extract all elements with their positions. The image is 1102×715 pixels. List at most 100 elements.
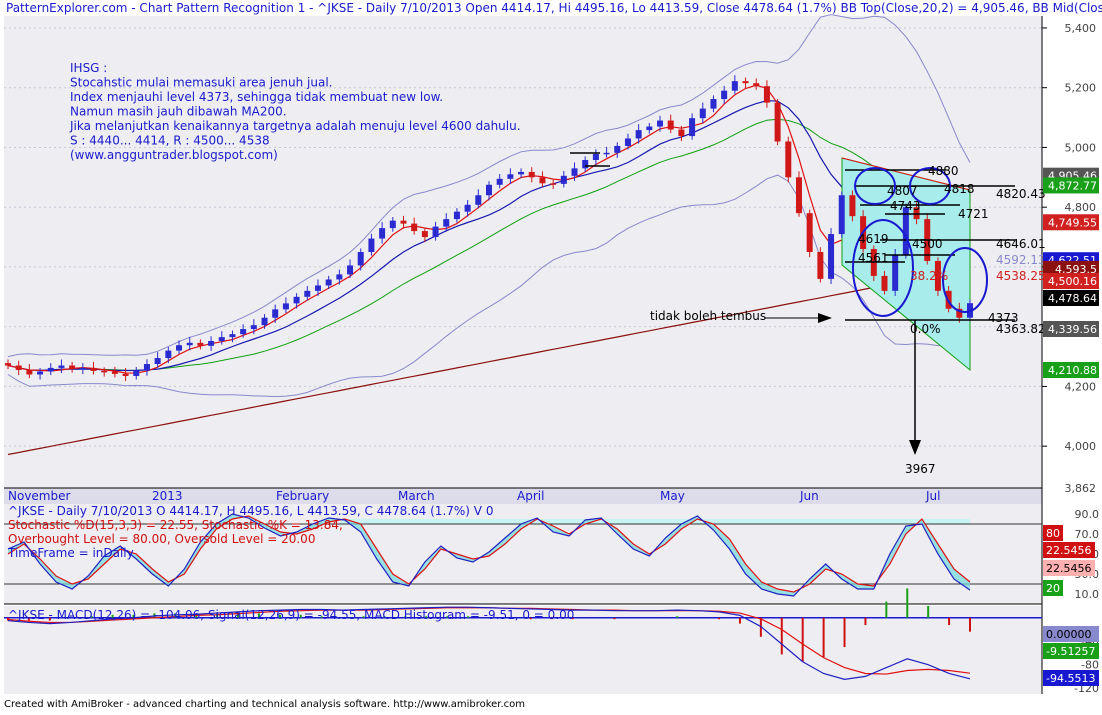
candle-up [79, 367, 86, 370]
note-line: (www.angguntrader.blogspot.com) [70, 148, 278, 162]
price-tick-label: 4,800 [1065, 201, 1097, 214]
price-value-label: 4,210.88 [1043, 362, 1099, 378]
candle-up [314, 285, 321, 291]
candle-up [560, 175, 567, 184]
stochastic-legend-line: Stochastic %D(15,3,3) = 22.55, Stochasti… [8, 518, 343, 532]
pattern-label: 4646.01 [996, 237, 1046, 251]
candle-down [763, 86, 770, 103]
stochastic-tick-label: 90.0 [1075, 508, 1100, 521]
candle-down [90, 367, 97, 371]
candle-up [432, 226, 439, 238]
note-line: Stocahstic mulai memasuki area jenuh jua… [70, 76, 333, 90]
candle-up [208, 341, 215, 346]
macd-legend: ^JKSE - MACD(12,26) = -104.06, Signal(12… [8, 608, 574, 622]
macd-value-label-text: 0.00000 [1046, 628, 1092, 641]
candle-up [635, 130, 642, 139]
price-tick-label: 5,400 [1065, 22, 1097, 35]
month-label: November [8, 489, 70, 503]
macd-value-label-text: -94.5513 [1046, 672, 1095, 685]
candle-up [657, 120, 664, 127]
candle-up [507, 174, 514, 179]
candle-up [464, 204, 471, 212]
month-label: April [517, 489, 544, 503]
candle-up [186, 342, 193, 346]
candle-up [336, 274, 343, 280]
month-label: May [660, 489, 685, 503]
stochastic-value-label: 20 [1043, 580, 1063, 596]
candle-up [838, 195, 845, 235]
candle-down [400, 220, 407, 224]
stochastic-tick-label: 10.0 [1075, 588, 1100, 601]
price-tick-label: 5,000 [1065, 141, 1097, 154]
candle-up [379, 228, 386, 239]
candle-down [817, 252, 824, 279]
candle-down [881, 275, 888, 291]
candle-down [785, 141, 792, 178]
candle-up [368, 238, 375, 252]
macd-value-labels: 0.00000 -9.51257 -94.5513 [1043, 626, 1099, 686]
candle-up [710, 99, 717, 109]
candle-up [143, 364, 150, 371]
candle-down [550, 183, 557, 185]
macd-tick-label: -80 [1081, 659, 1099, 672]
stochastic-value-label: 22.5456 [1043, 542, 1095, 558]
candle-up [229, 334, 236, 338]
macd-value-label: -9.51257 [1043, 643, 1099, 659]
pattern-label: 4619 [858, 232, 889, 246]
candle-up [582, 159, 589, 169]
candle-up [624, 138, 631, 146]
candle-up [518, 171, 525, 175]
candle-down [421, 231, 428, 238]
month-label: 2013 [152, 489, 183, 503]
candle-up [486, 184, 492, 196]
month-label: Jul [925, 489, 940, 503]
candle-down [5, 363, 11, 366]
candle-up [389, 220, 396, 229]
pattern-label: 4820.43 [996, 187, 1046, 201]
candle-up [272, 309, 279, 318]
stochastic-tick-label: 70.0 [1075, 528, 1100, 541]
chart-canvas: PatternExplorer.com - Chart Pattern Reco… [4, 1, 1102, 710]
pattern-label: 4500 [912, 237, 943, 251]
candle-up [250, 325, 257, 330]
stochastic-value-label: 80 [1043, 525, 1063, 541]
stochastic-value-label-text: 22.5456 [1046, 544, 1092, 557]
note-line: Namun masih jauh dibawah MA200. [70, 105, 287, 119]
candle-up [304, 290, 311, 297]
candle-up [261, 317, 268, 326]
candle-down [806, 213, 813, 252]
candle-down [197, 342, 204, 346]
candle-up [603, 152, 610, 155]
candle-down [795, 177, 802, 214]
note-line: IHSG : [70, 61, 107, 75]
pattern-label: 4363.82 [996, 322, 1046, 336]
price-value-label-text: 4,872.77 [1048, 179, 1097, 192]
candle-up [347, 265, 354, 275]
candle-up [240, 329, 247, 335]
price-tick-label: 4,200 [1065, 380, 1097, 393]
footer-credit: Created with AmiBroker - advanced charti… [4, 699, 525, 710]
candle-up [357, 252, 364, 266]
macd-value-label: -94.5513 [1043, 670, 1099, 686]
candle-up [646, 126, 653, 131]
stochastic-legend-line: ^JKSE - Daily 7/10/2013 O 4414.17, H 449… [8, 504, 493, 518]
candle-down [26, 370, 33, 375]
price-value-label: 4,478.64 [1043, 290, 1099, 306]
candle-down [15, 365, 22, 370]
macd-value-label-text: -9.51257 [1046, 645, 1095, 658]
candle-up [453, 211, 460, 220]
chart-window: PatternExplorer.com - Chart Pattern Reco… [0, 0, 1102, 711]
candle-up [699, 108, 706, 119]
candle-up [325, 279, 332, 286]
candle-up [293, 296, 300, 304]
candle-up [731, 81, 738, 91]
callout-label: tidak boleh tembus [650, 309, 766, 323]
candle-up [37, 371, 44, 375]
candle-up [165, 350, 172, 359]
candle-up [218, 337, 225, 342]
candle-up [828, 234, 835, 279]
pattern-label: 4818 [944, 182, 975, 196]
candle-up [443, 219, 450, 227]
pattern-label: 4592.13 [996, 253, 1046, 267]
pattern-label: 4743 [890, 199, 921, 213]
